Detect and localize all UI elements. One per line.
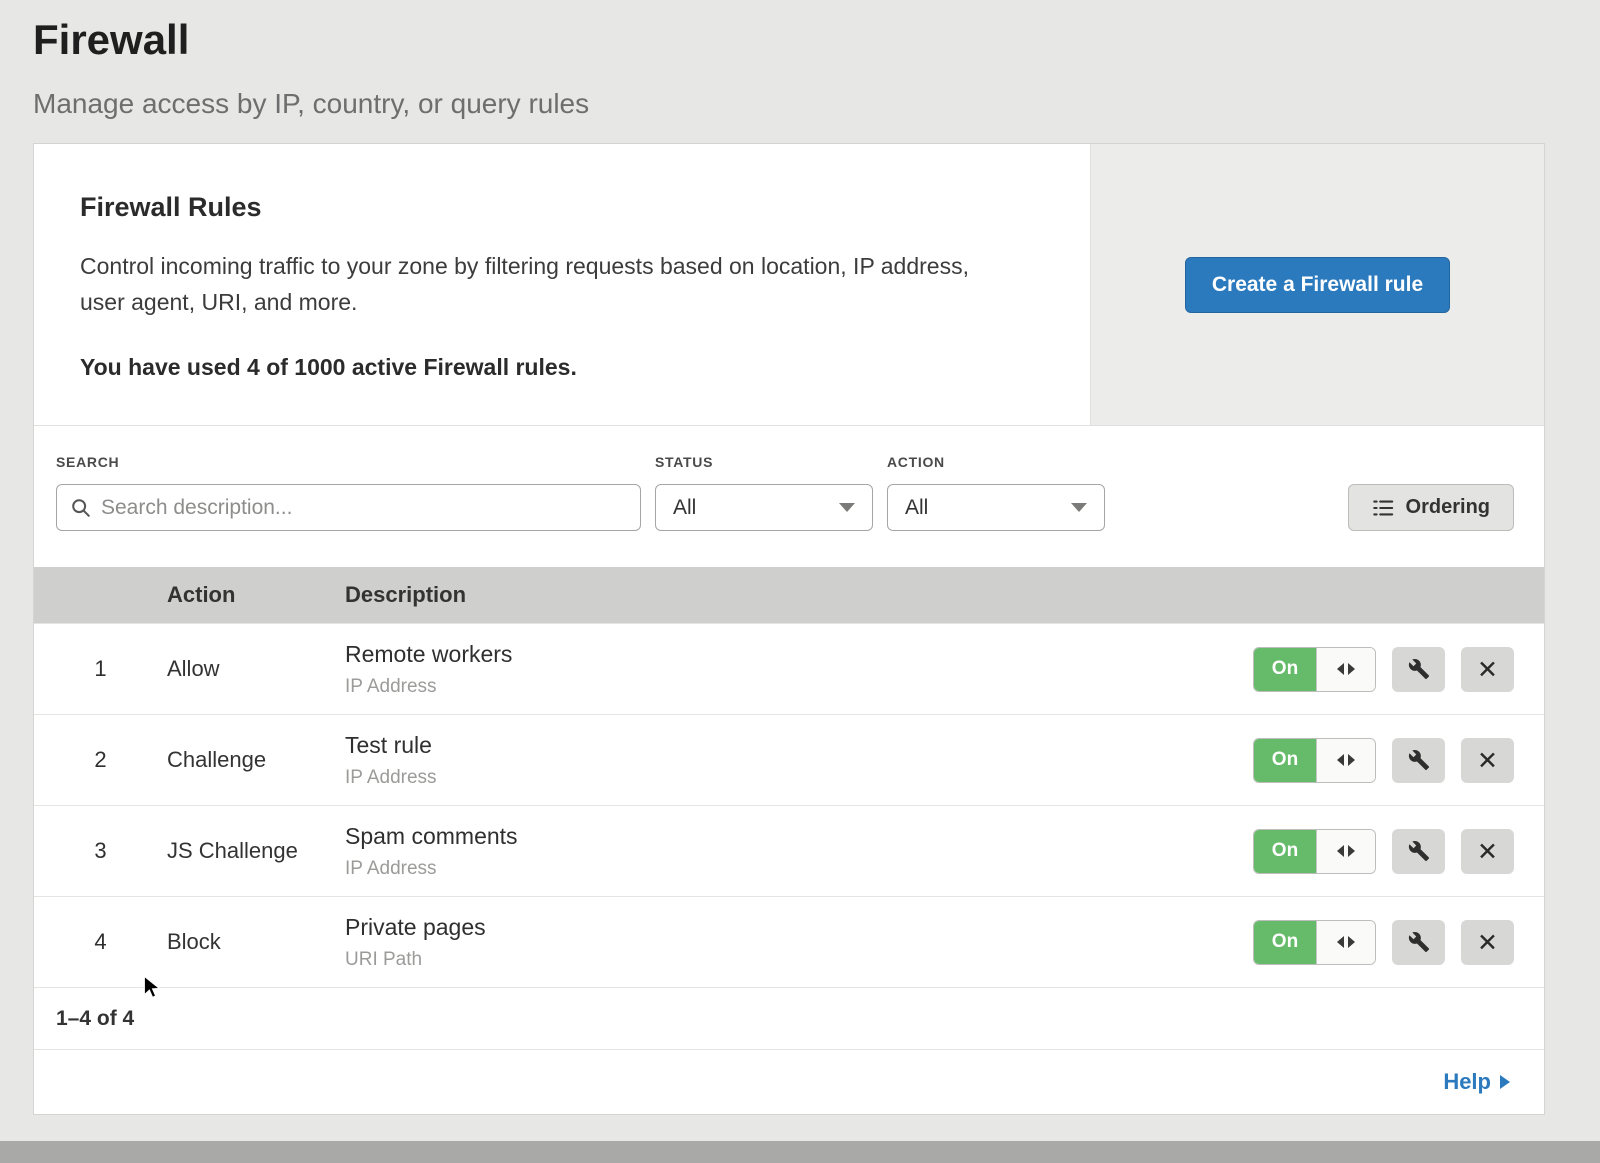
table-row: 4 Block Private pages URI Path On ✕ bbox=[34, 896, 1544, 987]
wrench-icon bbox=[1408, 931, 1430, 953]
row-description: Test rule bbox=[345, 732, 1251, 759]
x-icon: ✕ bbox=[1477, 930, 1498, 955]
panel-header-side: Create a Firewall rule bbox=[1090, 144, 1544, 425]
help-link-label: Help bbox=[1443, 1069, 1491, 1095]
row-match-type: IP Address bbox=[345, 858, 1251, 880]
table-header-row: Action Description bbox=[34, 567, 1544, 623]
status-filter: STATUS All bbox=[655, 454, 873, 531]
ordered-list-icon bbox=[1372, 497, 1394, 519]
table-row: 1 Allow Remote workers IP Address On ✕ bbox=[34, 623, 1544, 714]
table-row: 2 Challenge Test rule IP Address On ✕ bbox=[34, 714, 1544, 805]
chevron-down-icon bbox=[1071, 503, 1087, 512]
action-select-value: All bbox=[905, 496, 928, 520]
row-action: JS Challenge bbox=[167, 838, 345, 864]
filters-bar: SEARCH STATUS All ACTION All bbox=[34, 426, 1544, 567]
row-match-type: IP Address bbox=[345, 767, 1251, 789]
row-controls: On ✕ bbox=[1251, 829, 1544, 874]
card-heading: Firewall Rules bbox=[80, 192, 1020, 223]
arrow-right-icon bbox=[1500, 1075, 1510, 1089]
action-label: ACTION bbox=[887, 454, 1105, 470]
row-number: 3 bbox=[34, 838, 167, 864]
help-link[interactable]: Help bbox=[1443, 1069, 1510, 1095]
edit-rule-button[interactable] bbox=[1392, 738, 1445, 783]
x-icon: ✕ bbox=[1477, 839, 1498, 864]
page-header: Firewall Manage access by IP, country, o… bbox=[0, 0, 1600, 120]
edit-rule-button[interactable] bbox=[1392, 920, 1445, 965]
search-input-wrapper[interactable] bbox=[56, 484, 641, 531]
bottom-bar bbox=[0, 1141, 1600, 1163]
toggle-on-label: On bbox=[1254, 830, 1316, 873]
pagination-status: 1–4 of 4 bbox=[34, 987, 1544, 1049]
edit-rule-button[interactable] bbox=[1392, 647, 1445, 692]
page-title: Firewall bbox=[33, 10, 1567, 64]
toggle-on-label: On bbox=[1254, 648, 1316, 691]
toggle-handle-icon[interactable] bbox=[1316, 648, 1375, 691]
row-description: Private pages bbox=[345, 914, 1251, 941]
ordering-button[interactable]: Ordering bbox=[1348, 484, 1514, 531]
search-filter: SEARCH bbox=[56, 454, 641, 531]
usage-text: You have used 4 of 1000 active Firewall … bbox=[80, 354, 1020, 381]
row-number: 4 bbox=[34, 929, 167, 955]
row-description: Remote workers bbox=[345, 641, 1251, 668]
ordering-button-label: Ordering bbox=[1406, 496, 1490, 519]
delete-rule-button[interactable]: ✕ bbox=[1461, 738, 1514, 783]
rule-enabled-toggle[interactable]: On bbox=[1253, 829, 1376, 874]
chevron-down-icon bbox=[839, 503, 855, 512]
create-firewall-rule-button[interactable]: Create a Firewall rule bbox=[1185, 257, 1450, 313]
row-description: Spam comments bbox=[345, 823, 1251, 850]
row-action: Challenge bbox=[167, 747, 345, 773]
rule-enabled-toggle[interactable]: On bbox=[1253, 920, 1376, 965]
search-label: SEARCH bbox=[56, 454, 641, 470]
status-select[interactable]: All bbox=[655, 484, 873, 531]
rule-enabled-toggle[interactable]: On bbox=[1253, 738, 1376, 783]
toggle-on-label: On bbox=[1254, 921, 1316, 964]
panel-header: Firewall Rules Control incoming traffic … bbox=[34, 144, 1544, 426]
row-number: 1 bbox=[34, 656, 167, 682]
column-header-description: Description bbox=[345, 582, 1251, 608]
firewall-rules-panel: Firewall Rules Control incoming traffic … bbox=[33, 143, 1545, 1115]
status-select-value: All bbox=[673, 496, 696, 520]
toggle-handle-icon[interactable] bbox=[1316, 830, 1375, 873]
row-match-type: IP Address bbox=[345, 676, 1251, 698]
wrench-icon bbox=[1408, 840, 1430, 862]
search-icon bbox=[70, 497, 92, 519]
search-input[interactable] bbox=[101, 496, 627, 520]
row-controls: On ✕ bbox=[1251, 738, 1544, 783]
row-description-cell: Remote workers IP Address bbox=[345, 641, 1251, 698]
delete-rule-button[interactable]: ✕ bbox=[1461, 920, 1514, 965]
row-match-type: URI Path bbox=[345, 949, 1251, 971]
toggle-handle-icon[interactable] bbox=[1316, 739, 1375, 782]
wrench-icon bbox=[1408, 658, 1430, 680]
row-description-cell: Test rule IP Address bbox=[345, 732, 1251, 789]
table-row: 3 JS Challenge Spam comments IP Address … bbox=[34, 805, 1544, 896]
delete-rule-button[interactable]: ✕ bbox=[1461, 647, 1514, 692]
row-action: Block bbox=[167, 929, 345, 955]
row-number: 2 bbox=[34, 747, 167, 773]
row-controls: On ✕ bbox=[1251, 647, 1544, 692]
panel-footer: Help bbox=[34, 1049, 1544, 1114]
rule-enabled-toggle[interactable]: On bbox=[1253, 647, 1376, 692]
toggle-handle-icon[interactable] bbox=[1316, 921, 1375, 964]
page-subtitle: Manage access by IP, country, or query r… bbox=[33, 88, 1567, 120]
edit-rule-button[interactable] bbox=[1392, 829, 1445, 874]
wrench-icon bbox=[1408, 749, 1430, 771]
panel-header-text: Firewall Rules Control incoming traffic … bbox=[34, 144, 1090, 425]
row-description-cell: Private pages URI Path bbox=[345, 914, 1251, 971]
x-icon: ✕ bbox=[1477, 748, 1498, 773]
action-filter: ACTION All bbox=[887, 454, 1105, 531]
ordering-wrap: Ordering bbox=[1348, 484, 1514, 531]
row-action: Allow bbox=[167, 656, 345, 682]
card-description: Control incoming traffic to your zone by… bbox=[80, 249, 1020, 320]
action-select[interactable]: All bbox=[887, 484, 1105, 531]
x-icon: ✕ bbox=[1477, 657, 1498, 682]
delete-rule-button[interactable]: ✕ bbox=[1461, 829, 1514, 874]
row-controls: On ✕ bbox=[1251, 920, 1544, 965]
toggle-on-label: On bbox=[1254, 739, 1316, 782]
row-description-cell: Spam comments IP Address bbox=[345, 823, 1251, 880]
column-header-action: Action bbox=[167, 582, 345, 608]
status-label: STATUS bbox=[655, 454, 873, 470]
